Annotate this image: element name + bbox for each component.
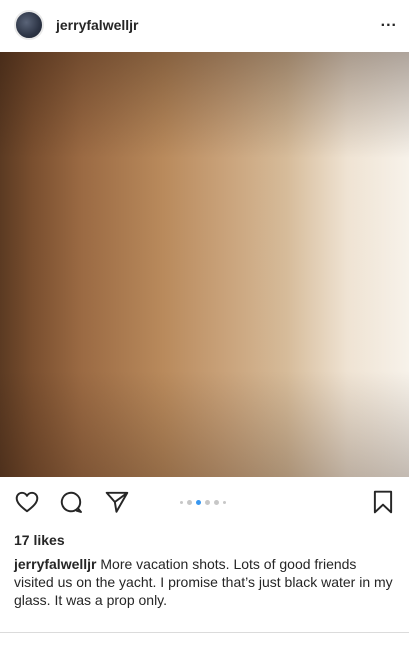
carousel-dot bbox=[205, 500, 210, 505]
send-icon[interactable] bbox=[104, 489, 130, 515]
action-bar bbox=[0, 485, 409, 525]
like-count[interactable]: 17 likes bbox=[14, 532, 65, 548]
post-caption: jerryfalwelljr More vacation shots. Lots… bbox=[14, 555, 399, 609]
carousel-dot bbox=[180, 501, 183, 504]
post-header: jerryfalwelljr ... bbox=[0, 0, 409, 50]
carousel-indicator bbox=[180, 500, 226, 505]
carousel-dot bbox=[187, 500, 192, 505]
carousel-dot bbox=[214, 500, 219, 505]
avatar[interactable] bbox=[14, 10, 44, 40]
caption-username[interactable]: jerryfalwelljr bbox=[14, 556, 97, 572]
comment-icon[interactable] bbox=[58, 489, 84, 515]
photo-shading bbox=[0, 52, 409, 477]
bookmark-icon[interactable] bbox=[370, 489, 396, 515]
more-options-icon[interactable]: ... bbox=[381, 14, 397, 36]
heart-icon[interactable] bbox=[14, 489, 40, 515]
carousel-dot-active bbox=[196, 500, 201, 505]
post-username[interactable]: jerryfalwelljr bbox=[56, 17, 139, 33]
divider bbox=[0, 632, 409, 633]
carousel-dot bbox=[223, 501, 226, 504]
post-photo[interactable] bbox=[0, 52, 409, 477]
instagram-post: jerryfalwelljr ... 17 likes jerryfalwell… bbox=[0, 0, 409, 645]
